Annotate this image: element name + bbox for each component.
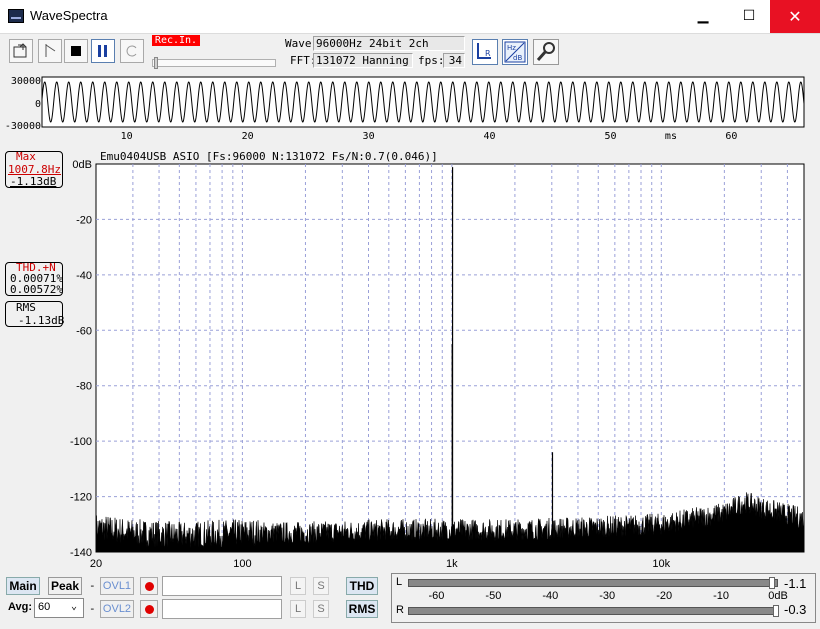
level-scale-label: -60 [428, 590, 445, 602]
spectrum-xtick: 100 [233, 558, 251, 570]
close-button[interactable]: ✕ [770, 0, 820, 33]
dash-separator: - [89, 602, 96, 615]
spectrum-ytick: -40 [76, 270, 92, 282]
spectrum-xtick: 1k [446, 558, 458, 570]
app-icon [8, 9, 24, 23]
settings-button[interactable] [533, 39, 559, 65]
spectrum-xtick: 10k [652, 558, 670, 570]
spectrum-chart: 0dB -20 -40 -60 -80 -100 -120 -140 20 100 1k 10k [70, 160, 805, 570]
ch1-filename-field[interactable] [162, 576, 282, 596]
title-bar: WaveSpectra ▁ ☐ ✕ [0, 0, 820, 34]
wave-xtick: 50 [604, 131, 616, 142]
waveform-panel: 30000 0 -30000 10 20 30 40 50 60 ms [5, 76, 805, 142]
left-level-value: -1.1 [784, 576, 807, 591]
avg-label: Avg: [8, 601, 33, 613]
left-level-bar [408, 579, 778, 587]
fps-label: fps: [418, 54, 445, 67]
dash-separator: - [89, 579, 96, 592]
stop-button[interactable] [64, 39, 88, 63]
spectrum-ytick: -20 [76, 214, 92, 226]
hz-db-icon: Hz dB [504, 41, 526, 63]
svg-text:R: R [485, 49, 491, 58]
right-level-bar [408, 607, 778, 615]
record-ch1-button[interactable] [140, 577, 158, 595]
wave-x-unit: ms [665, 131, 677, 142]
pause-button[interactable] [91, 39, 115, 63]
wave-xtick: 30 [363, 131, 375, 142]
main-button[interactable]: Main [6, 577, 40, 595]
wave-ytick: -30000 [5, 121, 41, 132]
wave-ytick: 30000 [11, 76, 41, 87]
level-scale-label: -40 [542, 590, 559, 602]
wave-format-field: 96000Hz 24bit 2ch [313, 36, 465, 51]
lr-channel-button[interactable]: R [472, 39, 498, 65]
play-icon [45, 44, 56, 57]
spectrum-ytick: -140 [70, 547, 92, 559]
level-scale-label: 0dB [768, 590, 788, 602]
lr-channel-icon: R [477, 43, 491, 59]
fft-format-field: 131072 Hanning [313, 53, 413, 68]
left-level-marker [768, 577, 775, 589]
level-scale-label: -20 [656, 590, 673, 602]
progress-slider[interactable] [154, 57, 159, 69]
stop-icon [71, 46, 81, 56]
ch2-save-button[interactable]: S [313, 600, 329, 618]
settings-wrench-icon [536, 42, 555, 61]
level-meter-panel: L R -60 -50 -40 -30 -20 -10 0dB -1.1 -0.3 [391, 573, 816, 623]
rec-in-indicator: Rec.In. [152, 35, 200, 46]
spectrum-ytick: 0dB [72, 160, 92, 171]
ch2-load-button[interactable]: L [290, 600, 306, 618]
spectrum-plot-area [95, 163, 805, 553]
progress-track[interactable] [152, 59, 276, 67]
ovl2-indicator[interactable]: OVL2 [100, 600, 134, 618]
spectrum-ytick: -80 [76, 381, 92, 393]
play-button[interactable] [38, 39, 62, 63]
wave-xtick: 40 [484, 131, 496, 142]
peak-button[interactable]: Peak [48, 577, 82, 595]
open-folder-button[interactable] [9, 39, 33, 63]
ch2-filename-field[interactable] [162, 599, 282, 619]
svg-text:Hz: Hz [507, 44, 516, 52]
spectrum-ytick: -100 [70, 436, 92, 448]
avg-select[interactable]: 60 ⌄ [34, 598, 84, 618]
fps-field: 34 [443, 53, 465, 68]
ch1-load-button[interactable]: L [290, 577, 306, 595]
right-level-marker [773, 605, 780, 617]
loop-button[interactable] [120, 39, 144, 63]
right-channel-label: R [396, 604, 404, 616]
spectrum-ytick: -120 [70, 492, 92, 504]
level-scale-label: -30 [599, 590, 616, 602]
wave-xtick: 20 [242, 131, 254, 142]
hz-db-button[interactable]: Hz dB [502, 39, 528, 65]
avg-value: 60 [38, 601, 51, 613]
loop-icon [126, 45, 137, 57]
open-folder-icon [13, 43, 27, 58]
rms-button[interactable]: RMS [346, 600, 378, 618]
spectrum-ytick: -60 [76, 325, 92, 337]
level-scale-label: -10 [713, 590, 730, 602]
chevron-down-icon: ⌄ [71, 601, 78, 612]
right-level-value: -0.3 [784, 602, 807, 617]
level-scale-label: -50 [485, 590, 502, 602]
record-ch2-button[interactable] [140, 600, 158, 618]
window-title: WaveSpectra [30, 8, 108, 23]
ovl1-indicator[interactable]: OVL1 [100, 577, 134, 595]
wave-xtick: 60 [725, 131, 737, 142]
maximize-button[interactable]: ☐ [726, 0, 772, 33]
left-channel-label: L [396, 576, 403, 588]
wave-xtick: 10 [121, 131, 133, 142]
wave-ytick: 0 [35, 99, 41, 110]
minimize-button[interactable]: ▁ [680, 0, 726, 33]
thd-button[interactable]: THD [346, 577, 378, 595]
spectrum-xtick: 20 [90, 558, 102, 570]
ch1-save-button[interactable]: S [313, 577, 329, 595]
svg-text:dB: dB [513, 54, 522, 62]
pause-icon [98, 45, 107, 57]
